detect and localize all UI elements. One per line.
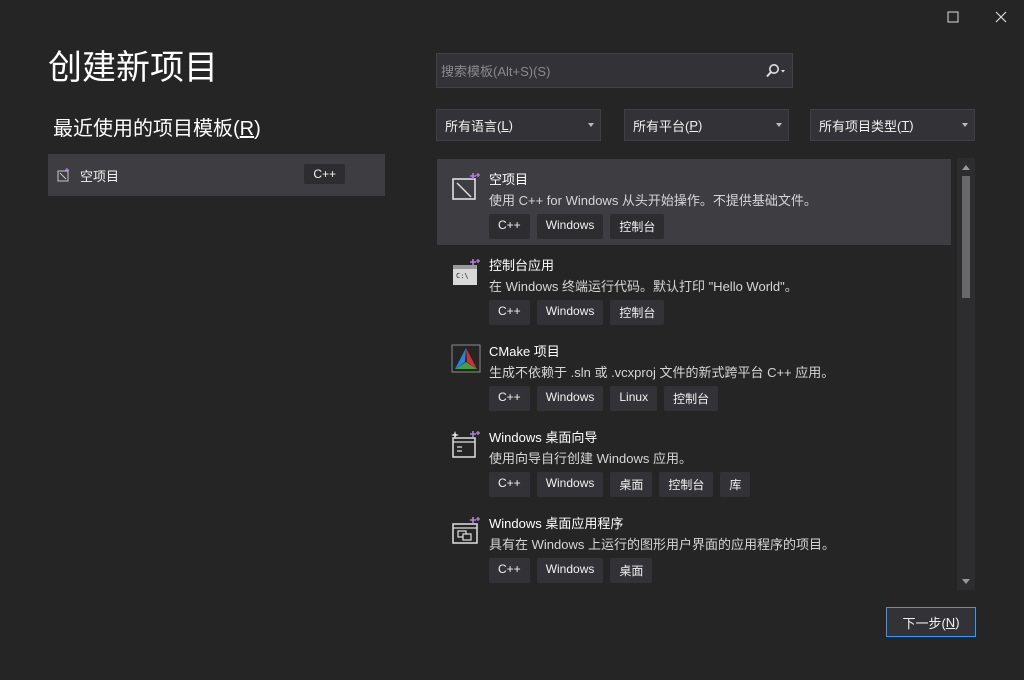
scroll-down-icon[interactable]	[962, 579, 970, 584]
template-item-cmake-project[interactable]: CMake 项目 生成不依赖于 .sln 或 .vcxproj 文件的新式跨平台…	[437, 331, 951, 417]
language-filter-dropdown[interactable]: 所有语言(L)	[436, 109, 601, 141]
empty-project-icon	[452, 173, 480, 200]
chevron-down-icon	[588, 123, 594, 127]
search-input[interactable]	[437, 54, 763, 89]
tag: C++	[489, 558, 530, 583]
tag: C++	[489, 386, 530, 411]
desktop-wizard-icon	[451, 431, 480, 458]
template-list: 空项目 使用 C++ for Windows 从头开始操作。不提供基础文件。 C…	[437, 158, 951, 590]
close-icon	[995, 11, 1007, 23]
console-app-icon: C:\	[453, 259, 480, 285]
tag: Windows	[536, 558, 604, 583]
platform-filter-dropdown[interactable]: 所有平台(P)	[624, 109, 789, 141]
language-filter-suffix: )	[508, 117, 513, 133]
svg-text:C:\: C:\	[456, 272, 469, 280]
template-item-empty-project[interactable]: 空项目 使用 C++ for Windows 从头开始操作。不提供基础文件。 C…	[437, 159, 951, 245]
close-button[interactable]	[988, 6, 1014, 28]
tag: C++	[489, 214, 530, 239]
tag: 控制台	[610, 214, 665, 239]
maximize-button[interactable]	[940, 6, 966, 28]
recent-templates-heading: 最近使用的项目模板(R)	[53, 112, 261, 141]
desktop-app-icon	[452, 517, 480, 544]
template-name: 空项目	[489, 172, 529, 187]
template-name: Windows 桌面向导	[489, 430, 598, 445]
template-description: 生成不依赖于 .sln 或 .vcxproj 文件的新式跨平台 C++ 应用。	[489, 365, 835, 380]
search-button[interactable]	[762, 62, 790, 80]
scroll-up-icon[interactable]	[962, 165, 970, 170]
next-button-access-key: N	[945, 614, 956, 630]
project-type-filter-dropdown[interactable]: 所有项目类型(T)	[810, 109, 975, 141]
search-box	[436, 53, 793, 89]
next-button[interactable]: 下一步(N)	[886, 607, 976, 637]
template-tags: C++ Windows 控制台	[489, 214, 665, 239]
cmake-icon	[451, 344, 481, 373]
tag: 桌面	[610, 472, 653, 497]
template-tags: C++ Windows 桌面 控制台 库	[489, 472, 751, 497]
tag: Windows	[536, 300, 604, 325]
tag: Linux	[610, 386, 658, 411]
project-type-filter-suffix: )	[909, 117, 914, 133]
template-description: 具有在 Windows 上运行的图形用户界面的应用程序的项目。	[489, 537, 835, 552]
project-type-filter-key: T	[901, 117, 910, 133]
recent-heading-suffix: )	[254, 118, 261, 140]
recent-heading-access-key: R	[239, 118, 255, 140]
tag: C++	[489, 300, 530, 325]
template-item-console-app[interactable]: C:\ 控制台应用 在 Windows 终端运行代码。默认打印 "Hello W…	[437, 245, 951, 331]
project-type-filter-text: 所有项目类型(	[819, 118, 902, 134]
tag: C++	[489, 472, 530, 497]
template-name: Windows 桌面应用程序	[489, 516, 624, 531]
tag: 控制台	[659, 472, 714, 497]
template-list-scrollbar[interactable]	[957, 158, 975, 590]
tag: 控制台	[664, 386, 719, 411]
tag: Windows	[536, 214, 604, 239]
page-title: 创建新项目	[48, 49, 218, 87]
template-description: 使用向导自行创建 Windows 应用。	[489, 451, 692, 466]
next-button-suffix: )	[955, 614, 960, 630]
template-name: 控制台应用	[489, 258, 555, 273]
language-filter-key: L	[501, 117, 509, 133]
template-item-desktop-wizard[interactable]: Windows 桌面向导 使用向导自行创建 Windows 应用。 C++ Wi…	[437, 417, 951, 503]
template-tags: C++ Windows 桌面	[489, 558, 653, 583]
tag: 控制台	[610, 300, 665, 325]
scrollbar-thumb[interactable]	[962, 176, 970, 298]
chevron-down-icon	[776, 123, 782, 127]
platform-filter-key: P	[689, 117, 699, 133]
recent-heading-text: 最近使用的项目模板(	[53, 118, 240, 140]
tag: 库	[720, 472, 751, 497]
recent-item-empty-project[interactable]: 空项目 C++	[48, 154, 385, 196]
template-description: 使用 C++ for Windows 从头开始操作。不提供基础文件。	[489, 193, 817, 208]
platform-filter-suffix: )	[698, 117, 703, 133]
template-tags: C++ Windows 控制台	[489, 300, 665, 325]
recent-item-label: 空项目	[80, 168, 120, 184]
template-name: CMake 项目	[489, 344, 560, 359]
tag: 桌面	[610, 558, 653, 583]
tag: Windows	[536, 386, 604, 411]
next-button-text: 下一步(	[902, 615, 946, 631]
empty-project-icon	[57, 168, 69, 182]
language-filter-text: 所有语言(	[445, 118, 502, 134]
tag: Windows	[536, 472, 604, 497]
search-icon	[766, 64, 785, 78]
chevron-down-icon	[962, 123, 968, 127]
recent-item-tag: C++	[304, 164, 345, 184]
platform-filter-text: 所有平台(	[633, 118, 690, 134]
maximize-icon	[947, 11, 959, 23]
template-tags: C++ Windows Linux 控制台	[489, 386, 719, 411]
template-item-desktop-app[interactable]: Windows 桌面应用程序 具有在 Windows 上运行的图形用户界面的应用…	[437, 503, 951, 589]
template-description: 在 Windows 终端运行代码。默认打印 "Hello World"。	[489, 279, 798, 294]
